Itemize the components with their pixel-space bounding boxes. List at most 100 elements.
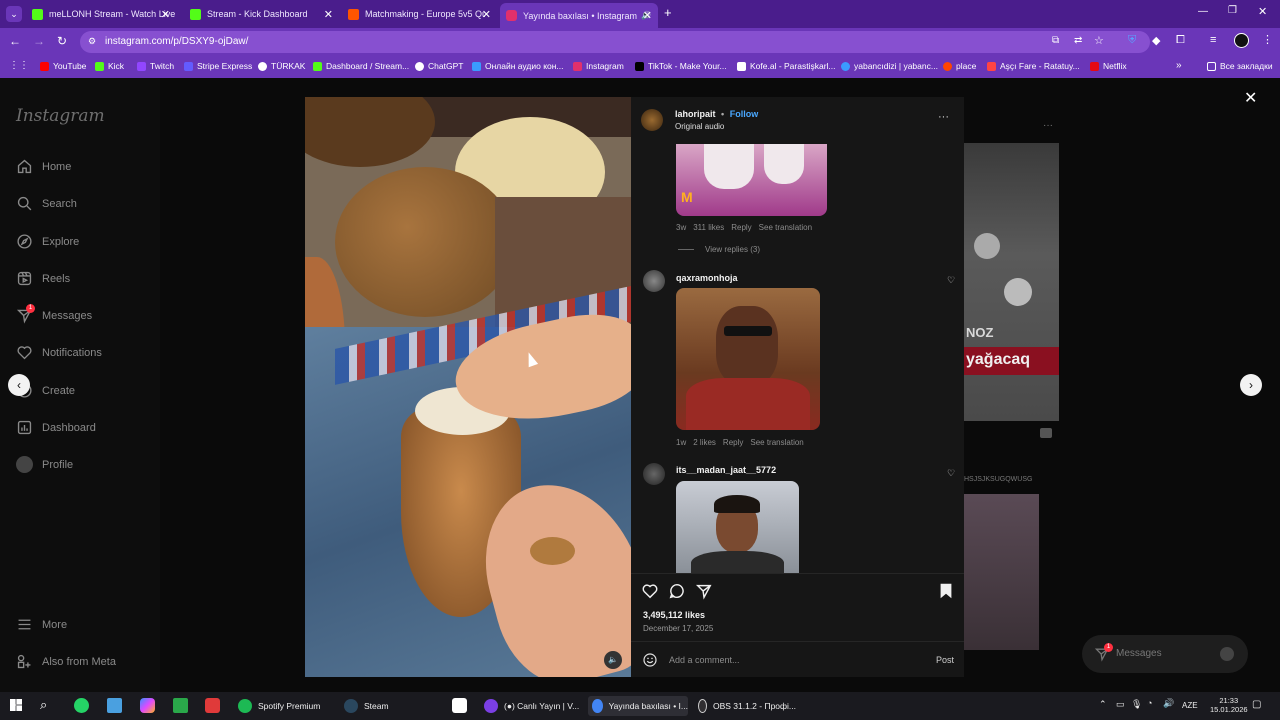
chevron-up-icon[interactable]: ⌃ bbox=[1099, 699, 1107, 710]
comment-gif[interactable] bbox=[676, 288, 820, 430]
tab-matchmaking[interactable]: Matchmaking - Europe 5v5 Qu ✕ bbox=[342, 3, 497, 25]
bookmark-youtube[interactable]: YouTube bbox=[40, 61, 86, 71]
reply-button[interactable]: Reply bbox=[723, 438, 743, 447]
comment-image[interactable] bbox=[676, 481, 799, 573]
likes-count[interactable]: 3,495,112 likes bbox=[643, 610, 705, 620]
search-icon[interactable]: ⌕ bbox=[40, 697, 47, 713]
close-modal-button[interactable]: ✕ bbox=[1244, 88, 1257, 108]
back-button[interactable]: ← bbox=[9, 34, 21, 48]
emoji-icon[interactable] bbox=[642, 652, 658, 668]
microphone-icon[interactable]: 🎙 bbox=[1131, 699, 1142, 710]
next-post-button[interactable]: › bbox=[1240, 374, 1262, 396]
chevron-right-icon[interactable]: » bbox=[1176, 60, 1182, 71]
profile-avatar[interactable] bbox=[1234, 33, 1249, 48]
close-icon[interactable]: ✕ bbox=[482, 8, 491, 21]
media-app-icon[interactable] bbox=[205, 698, 220, 713]
see-translation-button[interactable]: See translation bbox=[759, 223, 812, 232]
volume-icon[interactable]: 🔊 bbox=[1163, 698, 1174, 709]
nav-more[interactable]: More bbox=[16, 616, 67, 633]
notes-app-icon[interactable] bbox=[452, 698, 467, 713]
post-comment-button[interactable]: Post bbox=[936, 655, 954, 665]
windows-start-icon[interactable] bbox=[10, 699, 22, 711]
bookmark-ratatouille[interactable]: Aşçı Fare - Ratatuy... bbox=[987, 61, 1080, 71]
tab-instagram[interactable]: Yayında baxılası • Instagram 🔊 ✕ bbox=[500, 3, 658, 28]
share-send-icon[interactable] bbox=[695, 582, 713, 600]
nav-reels[interactable]: Reels bbox=[16, 270, 70, 287]
nav-notifications[interactable]: Notifications bbox=[16, 344, 102, 361]
save-bookmark-icon[interactable] bbox=[938, 582, 954, 600]
whatsapp-icon[interactable] bbox=[74, 698, 89, 713]
forward-button[interactable]: → bbox=[33, 34, 45, 48]
nav-also-from-meta[interactable]: Also from Meta bbox=[16, 653, 116, 670]
reload-button[interactable]: ↻ bbox=[57, 34, 67, 48]
nav-messages[interactable]: 1 Messages bbox=[16, 304, 92, 324]
like-heart-icon[interactable] bbox=[641, 582, 659, 600]
see-translation-button[interactable]: See translation bbox=[750, 438, 803, 447]
like-comment-heart-icon[interactable]: ♡ bbox=[947, 275, 955, 286]
cast-icon[interactable]: ⧉ bbox=[1052, 35, 1059, 46]
tab-search-button[interactable]: ⌄ bbox=[6, 6, 22, 22]
commenter-username[interactable]: qaxramonhoja bbox=[676, 273, 738, 283]
author-username[interactable]: lahoripait • Follow bbox=[675, 109, 758, 119]
file-explorer-icon[interactable] bbox=[107, 698, 122, 713]
bookmark-kick[interactable]: Kick bbox=[95, 61, 124, 71]
nav-profile[interactable]: Profile bbox=[16, 456, 73, 473]
bookmark-kofe[interactable]: Kofe.al - Parastişkarl... bbox=[737, 61, 836, 71]
bookmark-chatgpt[interactable]: ChatGPT bbox=[415, 61, 463, 71]
store-icon[interactable] bbox=[173, 698, 188, 713]
commenter-avatar[interactable] bbox=[643, 463, 665, 485]
nav-search[interactable]: Search bbox=[16, 195, 77, 212]
network-icon[interactable]: ▭ bbox=[1116, 699, 1125, 710]
bookmark-tiktok[interactable]: TikTok - Make Your... bbox=[635, 61, 727, 71]
tab-kick-dashboard[interactable]: Stream - Kick Dashboard ✕ bbox=[184, 3, 339, 25]
bookmark-instagram[interactable]: Instagram bbox=[573, 61, 624, 71]
like-comment-heart-icon[interactable]: ♡ bbox=[947, 468, 955, 479]
more-options-icon[interactable]: ··· bbox=[1043, 120, 1053, 131]
notification-center-icon[interactable]: ▢ bbox=[1252, 699, 1261, 710]
url-bar[interactable]: ⚙ instagram.com/p/DSXY9-ojDaw/ ⧉ ⇄ ☆ bbox=[80, 31, 1150, 53]
bookmark-place[interactable]: place bbox=[943, 61, 976, 71]
comment-likes[interactable]: 2 likes bbox=[693, 438, 716, 447]
close-icon[interactable]: ✕ bbox=[324, 8, 333, 21]
instagram-logo[interactable]: Instagram bbox=[16, 106, 105, 126]
reply-button[interactable]: Reply bbox=[731, 223, 751, 232]
reading-list-icon[interactable]: ≡ bbox=[1210, 34, 1216, 46]
commenter-avatar[interactable] bbox=[643, 270, 665, 292]
comment-bubble-icon[interactable] bbox=[668, 582, 686, 600]
translate-icon[interactable]: ⇄ bbox=[1074, 35, 1082, 46]
comment-gif[interactable]: M bbox=[676, 144, 827, 216]
minimize-button[interactable]: — bbox=[1198, 6, 1208, 17]
post-video[interactable]: 🔈 bbox=[305, 97, 631, 677]
original-audio-link[interactable]: Original audio bbox=[675, 122, 724, 131]
menu-kebab-icon[interactable]: ⋮ bbox=[1262, 33, 1273, 46]
taskbar-instagram[interactable]: Yayında baxılası • I... bbox=[588, 696, 688, 716]
wifi-icon[interactable]: ◔ bbox=[1147, 698, 1152, 708]
extensions-puzzle-icon[interactable]: ⧠ bbox=[1176, 34, 1185, 47]
tab-mellonh-stream[interactable]: meLLONH Stream - Watch Live ✕ bbox=[26, 3, 176, 25]
bookmark-star-icon[interactable]: ☆ bbox=[1094, 34, 1104, 47]
taskbar-live-stream[interactable]: (●) Canlı Yayın | V... bbox=[482, 696, 580, 716]
username-text[interactable]: lahoripait bbox=[675, 109, 716, 119]
more-options-icon[interactable]: ··· bbox=[938, 111, 949, 123]
mute-toggle-icon[interactable]: 🔈 bbox=[604, 651, 622, 669]
view-replies-button[interactable]: View replies (3) bbox=[705, 245, 760, 254]
bookmark-turkak[interactable]: TÜRKAK bbox=[258, 61, 305, 71]
comment-likes[interactable]: 311 likes bbox=[693, 223, 724, 232]
bookmark-twitch[interactable]: Twitch bbox=[137, 61, 174, 71]
clock[interactable]: 21:33 15.01.2026 bbox=[1210, 696, 1248, 714]
messages-floating-button[interactable]: 1 Messages bbox=[1082, 635, 1248, 673]
previous-post-button[interactable]: ‹ bbox=[8, 374, 30, 396]
new-tab-button[interactable]: + bbox=[664, 5, 672, 20]
nav-home[interactable]: Home bbox=[16, 158, 71, 175]
site-info-icon[interactable]: ⚙ bbox=[88, 36, 96, 47]
extension-shield-icon[interactable]: ⛨ bbox=[1128, 34, 1136, 47]
close-icon[interactable]: ✕ bbox=[643, 9, 652, 22]
author-avatar[interactable] bbox=[641, 109, 663, 131]
nav-dashboard[interactable]: Dashboard bbox=[16, 419, 96, 436]
bookmark-dashboard[interactable]: Dashboard / Stream... bbox=[313, 61, 409, 71]
all-bookmarks-folder[interactable]: Все закладки bbox=[1207, 61, 1273, 71]
window-close-button[interactable]: ✕ bbox=[1258, 5, 1267, 18]
bookmark-netflix[interactable]: Netflix bbox=[1090, 61, 1127, 71]
follow-button[interactable]: Follow bbox=[730, 109, 759, 119]
bookmark-audio-converter[interactable]: Онлайн аудио кон... bbox=[472, 61, 564, 71]
